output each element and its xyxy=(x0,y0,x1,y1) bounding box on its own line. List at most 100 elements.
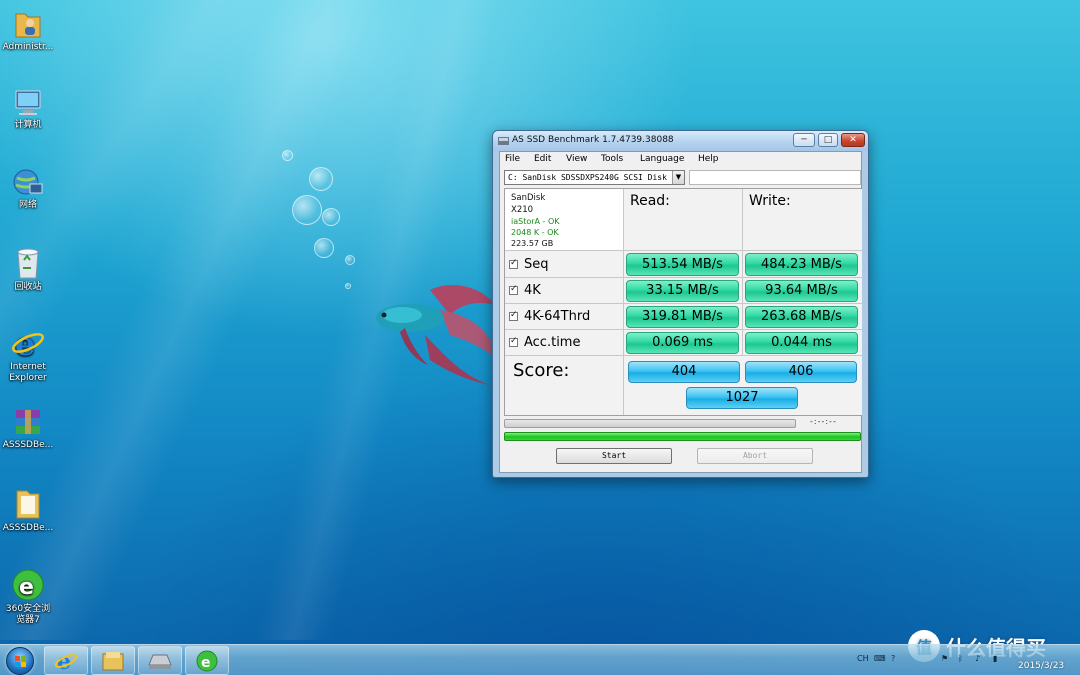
driver-status: iaStorA - OK xyxy=(511,217,560,226)
write-header: Write: xyxy=(743,189,862,251)
desktop-icon-assd-folder[interactable]: ASSSDBe... xyxy=(2,487,54,534)
4k64-read-value: 319.81 MB/s xyxy=(626,306,739,328)
taskbar-internet-explorer[interactable]: e xyxy=(44,646,88,675)
winrar-archive-icon xyxy=(16,410,40,434)
close-button[interactable]: ✕ xyxy=(841,133,865,147)
taskbar-date[interactable]: 2015/3/23 xyxy=(1018,661,1064,671)
drive-icon xyxy=(148,654,172,669)
drive-extra-field xyxy=(689,170,861,185)
desktop-icon-label: 计算机 xyxy=(14,120,42,130)
drive-vendor: SanDisk xyxy=(511,193,546,203)
score-label: Score: xyxy=(505,356,624,415)
menu-language[interactable]: Language xyxy=(640,154,684,164)
desktop-icon-assd-archive[interactable]: ASSSDBe... xyxy=(2,408,54,451)
internet-explorer-icon: e xyxy=(54,649,78,673)
wallpaper-bubble xyxy=(282,150,293,161)
4k-read-value: 33.15 MB/s xyxy=(626,280,739,302)
taskbar-360-browser[interactable]: e xyxy=(185,646,229,675)
window-titlebar[interactable]: AS SSD Benchmark 1.7.4739.38088 ─ □ ✕ xyxy=(493,131,868,151)
menu-tools[interactable]: Tools xyxy=(601,154,623,164)
keyboard-icon[interactable]: ⌨ xyxy=(874,654,886,663)
wallpaper-bubble xyxy=(345,283,351,289)
as-ssd-window: AS SSD Benchmark 1.7.4739.38088 ─ □ ✕ Fi… xyxy=(492,130,869,478)
user-folder-icon xyxy=(15,13,41,38)
drive-info: SanDisk X210 iaStorA - OK 2048 K - OK 22… xyxy=(505,189,624,251)
seq-read-value: 513.54 MB/s xyxy=(626,253,739,276)
input-language-indicator[interactable]: CH xyxy=(857,654,869,663)
menu-view[interactable]: View xyxy=(566,154,587,164)
desktop-icon-label: 360安全浏览器7 xyxy=(5,604,51,625)
desktop-icon-label: Administr... xyxy=(2,42,54,52)
test-4k64-label[interactable]: 4K-64Thrd xyxy=(505,304,624,330)
test-progress-bar xyxy=(504,419,796,428)
drive-size: 223.57 GB xyxy=(511,239,554,248)
menu-help[interactable]: Help xyxy=(698,154,719,164)
menu-edit[interactable]: Edit xyxy=(534,154,551,164)
taskbar: e e CH ⌨ ? ⚑ ᛒ ♪ ▮ xyxy=(0,644,1080,675)
score-read-value: 404 xyxy=(628,361,740,383)
chevron-down-icon[interactable]: ▼ xyxy=(672,171,684,184)
score-write-value: 406 xyxy=(745,361,857,383)
flag-icon[interactable]: ⚑ xyxy=(941,654,948,663)
maximize-button[interactable]: □ xyxy=(818,133,838,147)
wallpaper-bubble xyxy=(309,167,333,191)
volume-icon[interactable]: ♪ xyxy=(975,654,980,663)
acctime-read-value: 0.069 ms xyxy=(626,332,739,354)
desktop-icon-360-browser[interactable]: e 360安全浏览器7 xyxy=(2,568,54,626)
svg-text:e: e xyxy=(201,655,211,671)
results-grid: SanDisk X210 iaStorA - OK 2048 K - OK 22… xyxy=(504,188,862,416)
row-label-text: 4K xyxy=(524,283,541,298)
score-total-value: 1027 xyxy=(686,387,798,409)
desktop-icon-label: ASSSDBe... xyxy=(2,440,54,450)
desktop-icon-administrator[interactable]: Administr... xyxy=(2,8,54,53)
desktop-icon-computer[interactable]: 计算机 xyxy=(2,88,54,131)
menu-bar: File Edit View Tools Language Help xyxy=(500,152,861,168)
taskbar-as-ssd[interactable] xyxy=(138,646,182,675)
network-tray-icon[interactable]: ▮ xyxy=(993,654,997,663)
minimize-button[interactable]: ─ xyxy=(793,133,815,147)
bluetooth-icon[interactable]: ᛒ xyxy=(958,654,963,663)
drive-select-value: C: SanDisk SDSSDXPS240G SCSI Disk De xyxy=(508,173,682,182)
window-title: AS SSD Benchmark 1.7.4739.38088 xyxy=(512,135,674,145)
test-seq-label[interactable]: Seq xyxy=(505,251,624,278)
windows-logo-icon xyxy=(15,656,26,667)
desktop-icon-internet-explorer[interactable]: e Internet Explorer xyxy=(2,326,54,384)
help-icon[interactable]: ? xyxy=(891,654,895,663)
wallpaper-fish xyxy=(376,285,498,385)
drive-select[interactable]: C: SanDisk SDSSDXPS240G SCSI Disk De ▼ xyxy=(504,170,685,185)
network-icon xyxy=(13,169,43,195)
test-4k-label[interactable]: 4K xyxy=(505,278,624,304)
abort-button[interactable]: Abort xyxy=(697,448,813,464)
checkbox-4k-64thrd[interactable] xyxy=(509,310,518,321)
overall-progress-bar xyxy=(504,432,861,441)
4k-write-value: 93.64 MB/s xyxy=(745,280,858,302)
checkbox-acc-time[interactable] xyxy=(509,336,518,347)
desktop-icon-label: ASSSDBe... xyxy=(2,523,54,533)
recycle-bin-icon xyxy=(17,248,39,279)
wallpaper-bubble xyxy=(322,208,340,226)
wallpaper-bubble xyxy=(292,195,322,225)
browser-360-icon: e xyxy=(196,650,218,671)
browser-360-icon: e xyxy=(12,569,44,601)
desktop-icon-network[interactable]: 网络 xyxy=(2,166,54,211)
acctime-write-value: 0.044 ms xyxy=(745,332,858,354)
alignment-status: 2048 K - OK xyxy=(511,228,559,237)
start-button[interactable] xyxy=(6,647,34,675)
menu-file[interactable]: File xyxy=(505,154,520,164)
start-button[interactable]: Start xyxy=(556,448,672,464)
checkbox-seq[interactable] xyxy=(509,258,518,269)
folder-icon xyxy=(16,490,40,519)
wallpaper-bubble xyxy=(314,238,334,258)
taskbar-file-explorer[interactable] xyxy=(91,646,135,675)
window-client-area: File Edit View Tools Language Help C: Sa… xyxy=(499,151,862,473)
desktop-icon-label: 网络 xyxy=(18,200,37,210)
checkbox-4k[interactable] xyxy=(509,284,518,295)
file-explorer-icon xyxy=(102,651,124,670)
desktop-icon-recycle-bin[interactable]: 回收站 xyxy=(2,246,54,293)
internet-explorer-icon: e xyxy=(12,326,44,360)
elapsed-time: -:--:-- xyxy=(810,417,837,426)
svg-text:e: e xyxy=(19,575,34,600)
row-label-text: Acc.time xyxy=(524,335,581,350)
test-acctime-label[interactable]: Acc.time xyxy=(505,330,624,356)
read-header: Read: xyxy=(624,189,743,251)
